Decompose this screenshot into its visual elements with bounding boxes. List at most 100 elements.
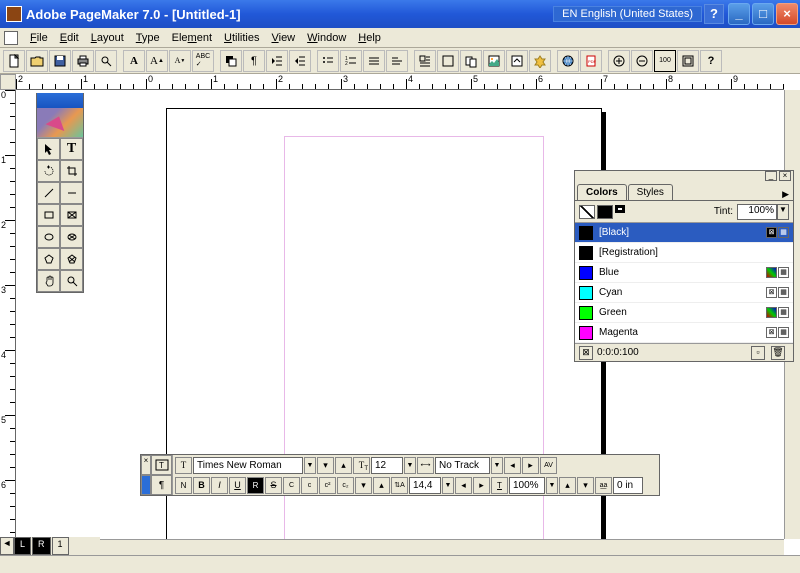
hscale-dropdown-icon[interactable]: ▼ [546,477,558,494]
update-links-button[interactable] [460,50,482,72]
vertical-ruler[interactable]: 01234567 [0,90,16,539]
italic-button[interactable]: I [211,477,228,494]
text-tool[interactable]: T [60,138,83,160]
char-mode-button[interactable]: T [151,455,172,475]
open-button[interactable] [26,50,48,72]
rotate-tool[interactable] [37,160,60,182]
maximize-button[interactable]: □ [752,3,774,25]
menu-view[interactable]: View [265,32,301,44]
horizontal-ruler[interactable]: 210123456789 [16,74,784,90]
menu-type[interactable]: Type [130,32,166,44]
zoom-tool[interactable] [60,270,83,292]
palette-close-icon[interactable]: × [779,171,791,181]
tint-value-field[interactable]: 100% [737,204,777,220]
menu-window[interactable]: Window [301,32,352,44]
plugin-button[interactable] [529,50,551,72]
caps-button[interactable]: C [283,477,300,494]
bullets-button[interactable] [317,50,339,72]
bold-button[interactable]: B [193,477,210,494]
menu-layout[interactable]: Layout [85,32,130,44]
both-swatch[interactable] [615,205,625,213]
help-icon[interactable]: ? [704,4,724,24]
sub-button[interactable]: c₂ [337,477,354,494]
page-prev-icon[interactable]: ◄ [0,537,14,555]
tabs-button[interactable] [363,50,385,72]
zoom-in-button[interactable] [608,50,630,72]
hand-tool[interactable] [37,270,60,292]
menu-file[interactable]: File [24,32,54,44]
color-row-registration[interactable]: [Registration] [575,243,793,263]
hscale-narrow-icon[interactable]: ◂ [455,477,472,494]
rectangle-frame-tool[interactable] [60,204,83,226]
control-grip[interactable] [141,475,151,495]
menu-utilities[interactable]: Utilities [218,32,265,44]
strike-button[interactable]: S [265,477,282,494]
close-button[interactable]: × [776,3,798,25]
frame-button[interactable] [437,50,459,72]
pointer-tool[interactable] [37,138,60,160]
baseline-field[interactable]: 0 in [613,477,643,494]
page-1-tab[interactable]: 1 [52,537,69,555]
super-button[interactable]: c² [319,477,336,494]
leading-field[interactable]: 14,4 [409,477,441,494]
smallcaps-button[interactable]: c [301,477,318,494]
menu-element[interactable]: Element [166,32,218,44]
kern-left-icon[interactable]: ◂ [504,457,521,474]
toolbox-titlebar[interactable] [37,93,83,108]
size-down-icon[interactable]: ▾ [317,457,334,474]
new-color-icon[interactable]: ▫ [751,346,765,360]
fill-stroke-button[interactable] [220,50,242,72]
polygon-tool[interactable] [37,248,60,270]
ellipse-frame-tool[interactable] [60,226,83,248]
indent-button[interactable] [266,50,288,72]
tint-dropdown-icon[interactable]: ▼ [777,204,789,220]
leading-dropdown-icon[interactable]: ▼ [442,477,454,494]
outdent-button[interactable] [289,50,311,72]
kern-right-icon[interactable]: ▸ [522,457,539,474]
color-row-black[interactable]: [Black] ⊠▦ [575,223,793,243]
palette-minimize-icon[interactable]: _ [765,171,777,181]
minimize-button[interactable]: _ [728,3,750,25]
color-row-cyan[interactable]: Cyan ⊠▦ [575,283,793,303]
ellipse-tool[interactable] [37,226,60,248]
reverse-button[interactable]: R [247,477,264,494]
place-button[interactable] [506,50,528,72]
hscale-field[interactable]: 100% [509,477,545,494]
color-row-blue[interactable]: Blue ▦ [575,263,793,283]
actual-size-button[interactable]: 100 [654,50,676,72]
help-button[interactable]: ? [700,50,722,72]
text-wrap-button[interactable] [414,50,436,72]
styles-button[interactable] [386,50,408,72]
size-dropdown-icon[interactable]: ▼ [404,457,416,474]
stroke-swatch[interactable] [579,205,595,219]
pdf-export-button[interactable]: PDF [580,50,602,72]
save-button[interactable] [49,50,71,72]
find-button[interactable] [95,50,117,72]
tracking-dropdown-icon[interactable]: ▼ [491,457,503,474]
underline-button[interactable]: U [229,477,246,494]
fill-swatch[interactable] [597,205,613,219]
size-field[interactable]: 12 [371,457,403,474]
increase-size-button[interactable]: A▲ [146,50,168,72]
language-indicator[interactable]: EN English (United States) [553,6,702,22]
styles-tab[interactable]: Styles [628,184,673,200]
colors-tab[interactable]: Colors [577,184,627,200]
polygon-frame-tool[interactable] [60,248,83,270]
char-format-button[interactable]: A [123,50,145,72]
new-button[interactable] [3,50,25,72]
fit-window-button[interactable] [677,50,699,72]
master-left-tab[interactable]: L [14,537,31,555]
color-row-magenta[interactable]: Magenta ⊠▦ [575,323,793,343]
print-button[interactable] [72,50,94,72]
lead-down-icon[interactable]: ▾ [355,477,372,494]
control-close-icon[interactable]: × [141,455,151,475]
constrained-line-tool[interactable] [60,182,83,204]
baseline-down-icon[interactable]: ▾ [577,477,594,494]
palette-menu-icon[interactable]: ▶ [782,189,789,200]
decrease-size-button[interactable]: A▼ [169,50,191,72]
zoom-out-button[interactable] [631,50,653,72]
spellcheck-button[interactable]: ABC✓ [192,50,214,72]
para-format-button[interactable]: ¶ [243,50,265,72]
master-right-tab[interactable]: R [32,537,51,555]
font-dropdown-icon[interactable]: ▼ [304,457,316,474]
